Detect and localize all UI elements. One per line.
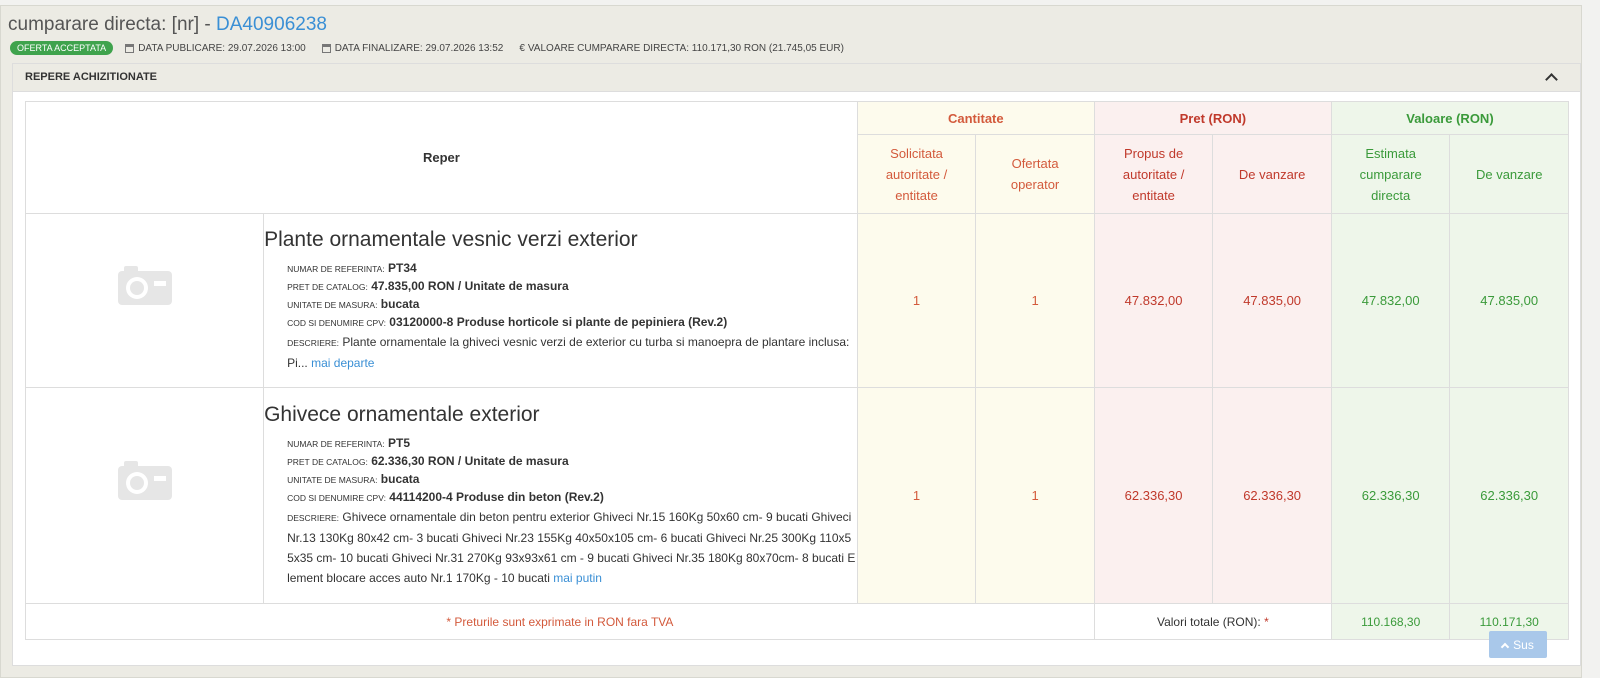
product-name: Ghivece ornamentale exterior <box>264 403 540 426</box>
qty-offered: 1 <box>975 213 1095 388</box>
qty-requested: 1 <box>856 387 977 604</box>
page: cumparare directa: [nr] - DA40906238 OFE… <box>0 5 1582 678</box>
value-estimated-header-text: Estimata cumparare directa <box>1359 145 1422 203</box>
scroll-top-button[interactable]: Sus <box>1489 631 1547 658</box>
qty-offered-header: Ofertata operator <box>975 134 1095 214</box>
product-info: Ghivece ornamentale exterior NUMAR DE RE… <box>263 387 858 604</box>
panel-header[interactable]: REPERE ACHIZITIONATE <box>13 64 1580 92</box>
unit-label: UNITATE DE MASURA: <box>287 300 378 310</box>
price-sale-header: De vanzare <box>1212 134 1332 214</box>
catalog-value: 62.336,30 RON / Unitate de masura <box>371 454 569 468</box>
direct-purchase-value: € VALOARE CUMPARARE DIRECTA: 110.171,30 … <box>519 43 844 54</box>
value-group-header: Valoare (RON) <box>1330 101 1570 135</box>
chevron-up-icon <box>1500 642 1510 651</box>
catalog-value: 47.835,00 RON / Unitate de masura <box>371 279 569 293</box>
finalize-date: DATA FINALIZARE: 29.07.2026 13:52 <box>321 42 504 54</box>
unit-line: UNITATE DE MASURA: bucata <box>287 471 857 489</box>
value-estimated: 62.336,30 <box>1330 387 1451 604</box>
price-proposed: 62.336,30 <box>1093 387 1214 604</box>
unit-line: UNITATE DE MASURA: bucata <box>287 296 857 314</box>
camera-icon <box>117 458 172 500</box>
table-row: Plante ornamentale vesnic verzi exterior… <box>24 213 1569 388</box>
catalog-line: PRET DE CATALOG: 62.336,30 RON / Unitate… <box>287 453 857 471</box>
table-row: Ghivece ornamentale exterior NUMAR DE RE… <box>24 387 1569 604</box>
ref-line: NUMAR DE REFERINTA: PT34 <box>287 260 857 278</box>
scroll-top-label: Sus <box>1513 637 1534 652</box>
price-proposed: 47.832,00 <box>1093 213 1214 388</box>
ref-label: NUMAR DE REFERINTA: <box>287 264 385 274</box>
cpv-line: COD SI DENUMIRE CPV: 44114200-4 Produse … <box>287 489 857 507</box>
totals-label-text: Valori totale (RON): <box>1156 614 1261 629</box>
quantity-group-header: Cantitate <box>856 101 1095 135</box>
status-badge: OFERTA ACCEPTATA <box>10 41 114 55</box>
value-sale: 47.835,00 <box>1449 213 1569 388</box>
direct-purchase-value-text: VALOARE CUMPARARE DIRECTA: 110.171,30 RO… <box>527 42 844 54</box>
qty-offered: 1 <box>975 387 1095 604</box>
title-prefix: cumparare directa: [nr] - <box>8 14 217 35</box>
price-sale: 62.336,30 <box>1212 387 1332 604</box>
panel-title: REPERE ACHIZITIONATE <box>25 71 158 83</box>
camera-icon <box>117 263 172 305</box>
ref-line: NUMAR DE REFERINTA: PT5 <box>287 435 857 453</box>
total-estimated: 110.168,30 <box>1330 603 1451 640</box>
euro-icon: € <box>519 42 525 54</box>
show-less-link[interactable]: mai putin <box>553 571 602 585</box>
calendar-icon <box>321 43 331 53</box>
read-more-link[interactable]: mai departe <box>311 356 374 370</box>
ref-value: PT5 <box>388 436 411 450</box>
price-proposed-header-text: Propus de autoritate / entitate <box>1122 145 1185 203</box>
publish-date: DATA PUBLICARE: 29.07.2026 13:00 <box>125 43 306 54</box>
unit-value: bucata <box>380 297 420 311</box>
totals-row: * Preturile sunt exprimate in RON fara T… <box>25 603 1569 640</box>
ref-label: NUMAR DE REFERINTA: <box>287 439 385 449</box>
cpv-label: COD SI DENUMIRE CPV: <box>287 493 386 503</box>
product-image-cell <box>24 213 265 388</box>
desc-label: DESCRIERE: <box>287 513 340 523</box>
value-sale: 62.336,30 <box>1449 387 1569 604</box>
catalog-line: PRET DE CATALOG: 47.835,00 RON / Unitate… <box>287 278 857 296</box>
description: DESCRIERE: Ghivece ornamentale din beton… <box>287 507 857 588</box>
value-sale-header: De vanzare <box>1449 134 1569 214</box>
price-sale: 47.835,00 <box>1212 213 1332 388</box>
ref-value: PT34 <box>388 261 417 275</box>
value-estimated-header: Estimata cumparare directa <box>1330 134 1451 214</box>
page-title: cumparare directa: [nr] - DA40906238 <box>8 14 327 36</box>
cpv-line: COD SI DENUMIRE CPV: 03120000-8 Produse … <box>287 314 857 332</box>
product-image-cell <box>24 387 265 604</box>
unit-label: UNITATE DE MASURA: <box>287 475 378 485</box>
catalog-label: PRET DE CATALOG: <box>287 282 368 292</box>
price-note: * Preturile sunt exprimate in RON fara T… <box>25 603 1095 640</box>
reper-header: Reper <box>25 101 858 214</box>
price-group-header: Pret (RON) <box>1093 101 1332 135</box>
procurement-code-link[interactable]: DA40906238 <box>216 14 327 35</box>
finalize-date-text: DATA FINALIZARE: 29.07.2026 13:52 <box>334 42 504 54</box>
meta-row: OFERTA ACCEPTATA DATA PUBLICARE: 29.07.2… <box>10 41 860 55</box>
description: DESCRIERE: Plante ornamentale la ghiveci… <box>287 332 857 373</box>
cpv-value: 03120000-8 Produse horticole si plante d… <box>389 315 728 329</box>
cpv-label: COD SI DENUMIRE CPV: <box>287 318 386 328</box>
qty-requested-header-text: Solicitata autoritate / entitate <box>885 145 948 203</box>
cpv-value: 44114200-4 Produse din beton (Rev.2) <box>389 490 604 504</box>
required-star: * <box>1264 614 1269 629</box>
purchased-items-panel: REPERE ACHIZITIONATE Reper Cantitate Pre… <box>12 63 1581 666</box>
product-name: Plante ornamentale vesnic verzi exterior <box>264 228 638 251</box>
product-info: Plante ornamentale vesnic verzi exterior… <box>263 213 858 388</box>
value-estimated: 47.832,00 <box>1330 213 1451 388</box>
publish-date-text: DATA PUBLICARE: 29.07.2026 13:00 <box>138 42 306 54</box>
totals-label: Valori totale (RON): * <box>1093 603 1332 640</box>
calendar-icon <box>125 43 135 53</box>
catalog-label: PRET DE CATALOG: <box>287 457 368 467</box>
desc-label: DESCRIERE: <box>287 338 340 348</box>
items-table: Reper Cantitate Pret (RON) Valoare (RON)… <box>24 101 1570 640</box>
chevron-up-icon[interactable] <box>1544 70 1558 84</box>
qty-offered-header-text: Ofertata operator <box>1010 156 1060 192</box>
qty-requested-header: Solicitata autoritate / entitate <box>856 134 977 214</box>
qty-requested: 1 <box>856 213 977 388</box>
price-proposed-header: Propus de autoritate / entitate <box>1093 134 1214 214</box>
unit-value: bucata <box>380 472 420 486</box>
